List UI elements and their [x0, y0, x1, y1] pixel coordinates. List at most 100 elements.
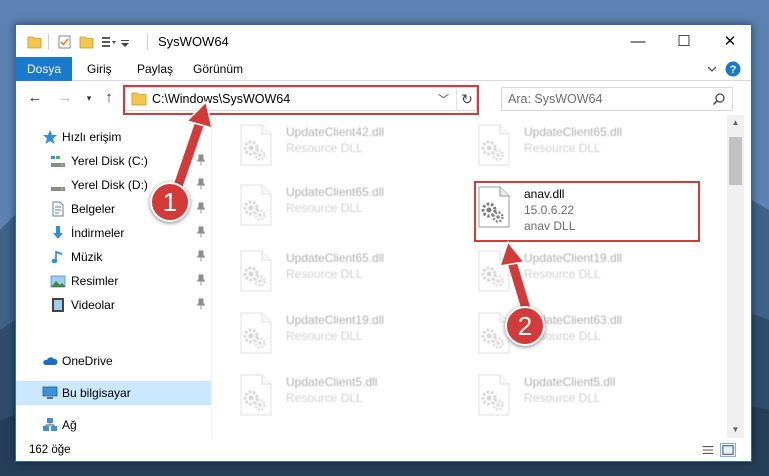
recent-locations-icon[interactable]: ▾	[80, 89, 98, 107]
search-input[interactable]	[508, 91, 698, 107]
minimize-button[interactable]: —	[615, 25, 661, 57]
title-bar: SysWOW64 — ☐ ✕	[16, 25, 751, 57]
title-separator	[147, 34, 148, 50]
sidebar-item-pictures[interactable]: Resimler	[16, 269, 211, 293]
tab-view[interactable]: Görünüm	[193, 57, 243, 81]
scroll-up-icon[interactable]: ▲	[727, 115, 744, 131]
tab-home[interactable]: Giriş	[87, 57, 112, 81]
chevron-down-icon[interactable]	[120, 34, 130, 50]
sidebar-item-this-pc[interactable]: Bu bilgisayar	[16, 381, 211, 405]
sidebar-item-downloads[interactable]: İndirmeler	[16, 221, 211, 245]
address-highlight-box	[123, 85, 479, 115]
customize-toolbar-icon[interactable]	[101, 34, 117, 50]
file-tile[interactable]: UpdateClient19.dll Resource DLL	[216, 307, 446, 357]
sidebar-item-label: Hızlı erişim	[62, 130, 122, 144]
navigation-pane: Hızlı erişim Yerel Disk (C:) Yerel Disk …	[16, 115, 211, 438]
pictures-icon	[50, 275, 66, 288]
pin-icon[interactable]	[196, 226, 206, 238]
tab-share[interactable]: Paylaş	[137, 57, 173, 81]
expand-ribbon-icon[interactable]	[706, 63, 718, 75]
scrollbar-thumb[interactable]	[729, 137, 742, 185]
dll-file-icon	[477, 373, 511, 417]
pin-icon[interactable]	[196, 274, 206, 286]
ribbon-tabs: Dosya Giriş Paylaş Görünüm ?	[16, 57, 751, 81]
large-icons-view-icon[interactable]	[720, 443, 736, 457]
file-highlight-box	[474, 181, 700, 242]
sidebar-item-label: Resimler	[71, 274, 119, 288]
sidebar-item-quick-access[interactable]: Hızlı erişim	[16, 125, 211, 149]
documents-icon	[52, 201, 64, 217]
dll-file-icon	[239, 123, 273, 167]
tab-file[interactable]: Dosya	[16, 57, 72, 81]
sidebar-item-onedrive[interactable]: OneDrive	[16, 349, 211, 373]
search-box[interactable]	[501, 87, 733, 111]
dll-file-icon	[239, 311, 273, 355]
dll-file-icon	[477, 249, 511, 293]
status-bar: 162 öğe	[16, 438, 751, 461]
file-tile[interactable]: UpdateClient65.dll Resource DLL	[216, 179, 446, 229]
close-button[interactable]: ✕	[707, 25, 751, 57]
pin-icon[interactable]	[196, 250, 206, 262]
star-icon	[43, 130, 57, 144]
file-name: UpdateClient42.dll	[286, 125, 385, 139]
file-name: UpdateClient19.dll	[286, 313, 385, 327]
up-arrow-icon[interactable]: ↑	[100, 89, 118, 107]
help-icon[interactable]: ?	[725, 61, 741, 77]
file-name: UpdateClient65.dll	[286, 185, 385, 199]
file-type: Resource DLL	[524, 391, 601, 405]
sidebar-item-videos[interactable]: Videolar	[16, 293, 211, 317]
file-name: UpdateClient65.dll	[286, 251, 385, 265]
sidebar-item-music[interactable]: Müzik	[16, 245, 211, 269]
window-title: SysWOW64	[158, 34, 229, 49]
network-icon	[43, 418, 57, 431]
file-type: Resource DLL	[286, 267, 363, 281]
back-arrow-icon[interactable]: ←	[26, 89, 44, 107]
file-tile[interactable]: UpdateClient42.dll Resource DLL	[216, 119, 446, 169]
file-type: Resource DLL	[286, 201, 363, 215]
forward-arrow-icon[interactable]: →	[56, 89, 74, 107]
file-name: UpdateClient65.dll	[524, 125, 623, 139]
file-type: Resource DLL	[286, 329, 363, 343]
callout-step-1: 1	[150, 182, 190, 222]
cloud-icon	[43, 357, 58, 365]
sidebar-item-label: Ağ	[62, 418, 77, 432]
pin-icon[interactable]	[196, 178, 206, 190]
pane-divider[interactable]	[211, 115, 212, 438]
file-name: UpdateClient19.dll	[524, 251, 623, 265]
computer-icon	[42, 386, 58, 399]
scroll-down-icon[interactable]: ▼	[727, 422, 744, 438]
sidebar-item-label: OneDrive	[62, 354, 113, 368]
sidebar-item-label: Videolar	[71, 298, 115, 312]
sidebar-item-label: Müzik	[71, 250, 103, 264]
item-count: 162 öğe	[29, 444, 71, 456]
videos-icon	[52, 298, 64, 312]
file-tile[interactable]: UpdateClient5.dll Resource DLL	[216, 369, 446, 419]
file-tile[interactable]: UpdateClient65.dll Resource DLL	[216, 245, 446, 295]
dll-file-icon	[239, 183, 273, 227]
file-tile[interactable]: UpdateClient63.dll Resource DLL	[454, 307, 684, 357]
file-tile[interactable]: UpdateClient65.dll Resource DLL	[454, 119, 684, 169]
sidebar-item-label: Yerel Disk (C:)	[71, 154, 148, 168]
sidebar-item-network[interactable]: Ağ	[16, 413, 211, 437]
sidebar-item-local-disk-c[interactable]: Yerel Disk (C:)	[16, 149, 211, 173]
pin-icon[interactable]	[196, 202, 206, 214]
drive-icon	[51, 156, 65, 167]
sidebar-item-label: Bu bilgisayar	[62, 386, 131, 400]
sidebar-item-label: Yerel Disk (D:)	[71, 178, 148, 192]
folder-icon	[27, 36, 42, 49]
file-tile[interactable]: UpdateClient19.dll Resource DLL	[454, 245, 684, 295]
vertical-scrollbar[interactable]: ▲ ▼	[727, 115, 744, 438]
file-type: Resource DLL	[524, 267, 601, 281]
file-list: UpdateClient42.dll Resource DLL UpdateCl…	[216, 115, 727, 438]
details-view-icon[interactable]	[700, 443, 716, 457]
pin-icon[interactable]	[196, 298, 206, 310]
callout-step-2: 2	[505, 306, 545, 346]
file-type: Resource DLL	[286, 141, 363, 155]
svg-text:?: ?	[730, 64, 737, 76]
file-tile[interactable]: UpdateClient5.dll Resource DLL	[454, 369, 684, 419]
properties-icon[interactable]	[57, 34, 72, 50]
new-folder-icon[interactable]	[79, 34, 94, 50]
pin-icon[interactable]	[196, 154, 206, 166]
search-icon[interactable]	[712, 92, 726, 106]
maximize-button[interactable]: ☐	[661, 25, 707, 57]
